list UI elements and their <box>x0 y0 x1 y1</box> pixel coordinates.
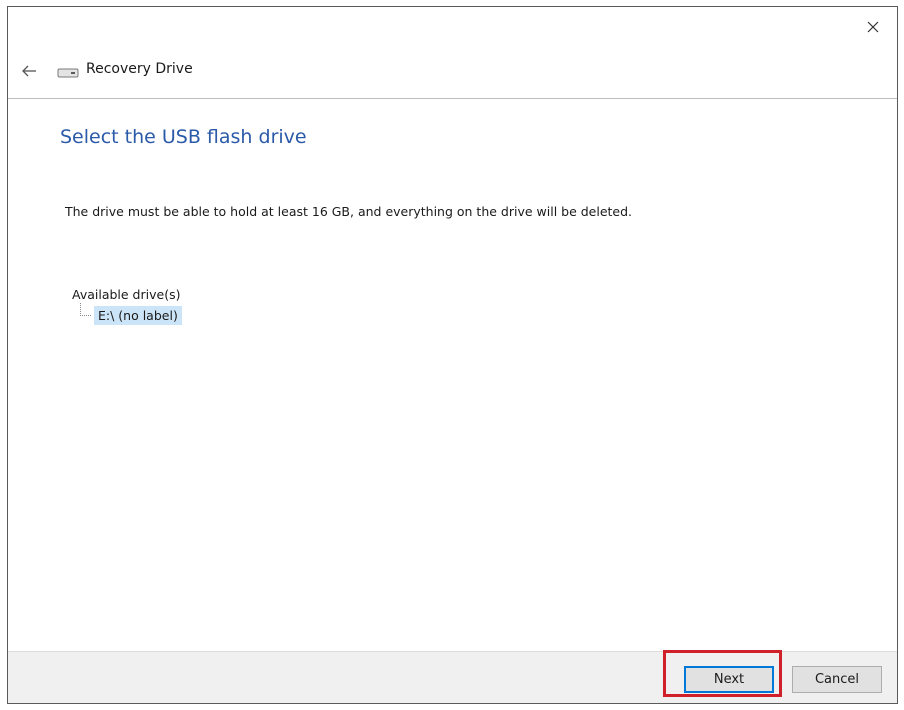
back-button[interactable] <box>18 63 40 79</box>
page-title: Select the USB flash drive <box>60 126 307 148</box>
tree-connector <box>80 303 91 316</box>
recovery-drive-window: Recovery Drive Select the USB flash driv… <box>7 6 898 704</box>
close-icon <box>867 21 879 33</box>
next-button[interactable]: Next <box>684 666 774 693</box>
title-bar: Recovery Drive <box>8 7 897 99</box>
window-title: Recovery Drive <box>86 61 193 77</box>
cancel-button[interactable]: Cancel <box>792 666 882 693</box>
available-drives-label: Available drive(s) <box>72 287 181 302</box>
footer-bar: Next Cancel <box>8 651 897 703</box>
drive-tree: Available drive(s) E:\ (no label) <box>72 287 182 325</box>
drive-icon <box>57 68 79 78</box>
drive-tree-node: E:\ (no label) <box>80 303 182 325</box>
instruction-text: The drive must be able to hold at least … <box>65 204 633 219</box>
close-button[interactable] <box>863 17 883 37</box>
drive-item-e[interactable]: E:\ (no label) <box>94 306 182 325</box>
back-arrow-icon <box>22 65 36 77</box>
